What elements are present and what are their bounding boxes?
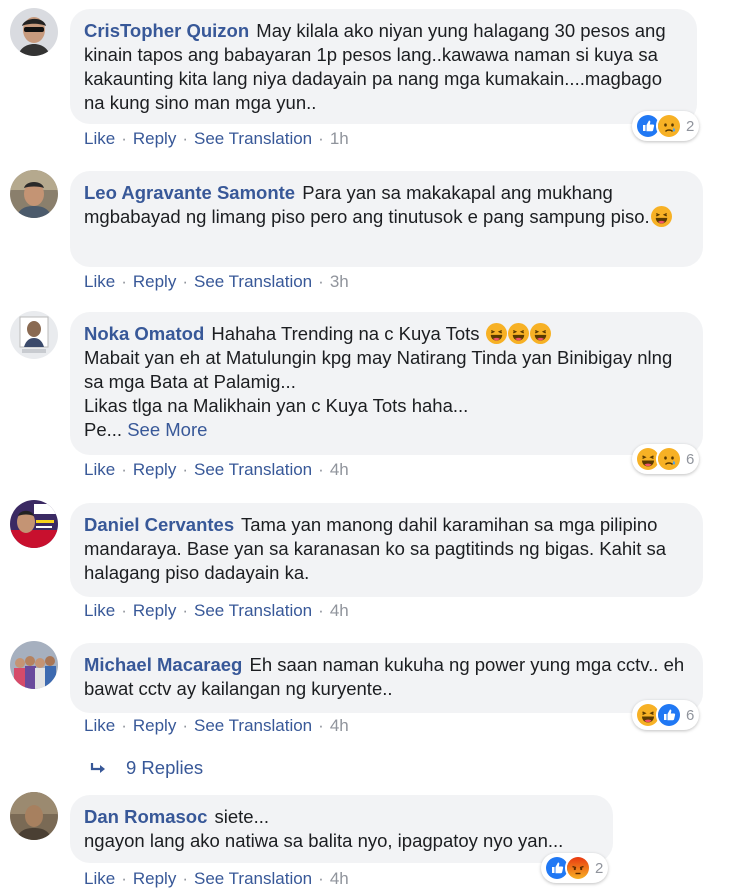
comment-actions: Like · Reply · See Translation · 4h — [84, 600, 349, 622]
reply-arrow-icon — [90, 760, 108, 776]
comment-bubble: CrisTopher Quizon May kilala ako niyan y… — [70, 9, 697, 124]
reply-link[interactable]: Reply — [133, 716, 176, 735]
like-icon — [656, 702, 682, 728]
reply-link[interactable]: Reply — [133, 129, 176, 148]
separator: · — [318, 716, 324, 735]
like-link[interactable]: Like — [84, 129, 115, 148]
separator: · — [182, 601, 188, 620]
avatar[interactable] — [10, 8, 58, 56]
separator: · — [121, 129, 127, 148]
avatar[interactable] — [10, 311, 58, 359]
comment-bubble: Noka Omatod Hahaha Trending na c Kuya To… — [70, 312, 703, 455]
comment-bubble: Dan Romasoc siete... ngayon lang ako nat… — [70, 795, 613, 863]
laughing-tears-emoji-icon — [530, 323, 551, 344]
comment-bubble: Daniel Cervantes Tama yan manong dahil k… — [70, 503, 703, 597]
comment-author[interactable]: Daniel Cervantes — [84, 514, 234, 535]
see-translation-link[interactable]: See Translation — [194, 460, 312, 479]
comment-timestamp[interactable]: 4h — [330, 716, 349, 735]
reply-link[interactable]: Reply — [133, 272, 176, 291]
reactions-summary[interactable]: 2 — [632, 111, 700, 141]
comment-author[interactable]: Noka Omatod — [84, 323, 204, 344]
laughing-tears-emoji-icon — [508, 323, 529, 344]
sad-icon — [656, 113, 682, 139]
like-link[interactable]: Like — [84, 272, 115, 291]
like-link[interactable]: Like — [84, 716, 115, 735]
comment-actions: Like · Reply · See Translation · 4h — [84, 715, 349, 737]
reply-link[interactable]: Reply — [133, 460, 176, 479]
comment-timestamp[interactable]: 4h — [330, 460, 349, 479]
separator: · — [121, 460, 127, 479]
separator: · — [318, 460, 324, 479]
separator: · — [318, 272, 324, 291]
separator: · — [182, 716, 188, 735]
separator: · — [318, 129, 324, 148]
comment-author[interactable]: Dan Romasoc — [84, 806, 207, 827]
separator: · — [182, 129, 188, 148]
reaction-count: 6 — [686, 706, 695, 724]
see-translation-link[interactable]: See Translation — [194, 272, 312, 291]
separator: · — [121, 272, 127, 291]
comment-actions: Like · Reply · See Translation · 4h — [84, 868, 349, 890]
comment-timestamp[interactable]: 4h — [330, 869, 349, 888]
reactions-summary[interactable]: 6 — [632, 444, 700, 474]
laughing-tears-emoji-icon — [486, 323, 507, 344]
replies-count-label: 9 Replies — [126, 757, 204, 778]
comment-author[interactable]: Michael Macaraeg — [84, 654, 242, 675]
comment-author[interactable]: CrisTopher Quizon — [84, 20, 249, 41]
separator: · — [318, 601, 324, 620]
comment-bubble: Michael Macaraeg Eh saan naman kukuha ng… — [70, 643, 703, 713]
separator: · — [182, 272, 188, 291]
comment-timestamp[interactable]: 3h — [330, 272, 349, 291]
separator: · — [121, 601, 127, 620]
reaction-count: 2 — [595, 859, 604, 877]
avatar[interactable] — [10, 641, 58, 689]
comment-actions: Like · Reply · See Translation · 3h — [84, 271, 349, 293]
like-link[interactable]: Like — [84, 869, 115, 888]
reaction-count: 2 — [686, 117, 695, 135]
angry-icon — [565, 855, 591, 881]
separator: · — [182, 460, 188, 479]
avatar[interactable] — [10, 170, 58, 218]
avatar[interactable] — [10, 500, 58, 548]
comment-timestamp[interactable]: 4h — [330, 601, 349, 620]
separator: · — [121, 869, 127, 888]
view-replies-link[interactable]: 9 Replies — [90, 757, 203, 779]
see-more-link[interactable]: See More — [127, 419, 207, 440]
comment-timestamp[interactable]: 1h — [330, 129, 349, 148]
reply-link[interactable]: Reply — [133, 869, 176, 888]
like-link[interactable]: Like — [84, 460, 115, 479]
separator: · — [318, 869, 324, 888]
comment-author[interactable]: Leo Agravante Samonte — [84, 182, 295, 203]
reactions-summary[interactable]: 6 — [632, 700, 700, 730]
reaction-count: 6 — [686, 450, 695, 468]
see-translation-link[interactable]: See Translation — [194, 869, 312, 888]
see-translation-link[interactable]: See Translation — [194, 601, 312, 620]
see-translation-link[interactable]: See Translation — [194, 716, 312, 735]
comment-actions: Like · Reply · See Translation · 4h — [84, 459, 349, 481]
comment-bubble: Leo Agravante Samonte Para yan sa makaka… — [70, 171, 703, 267]
sad-icon — [656, 446, 682, 472]
laughing-tears-emoji-icon — [651, 206, 672, 227]
reactions-summary[interactable]: 2 — [541, 853, 609, 883]
see-translation-link[interactable]: See Translation — [194, 129, 312, 148]
reply-link[interactable]: Reply — [133, 601, 176, 620]
comment-actions: Like · Reply · See Translation · 1h — [84, 128, 349, 150]
comment-text: Hahaha Trending na c Kuya Tots — [211, 323, 480, 344]
like-link[interactable]: Like — [84, 601, 115, 620]
separator: · — [121, 716, 127, 735]
separator: · — [182, 869, 188, 888]
avatar[interactable] — [10, 792, 58, 840]
